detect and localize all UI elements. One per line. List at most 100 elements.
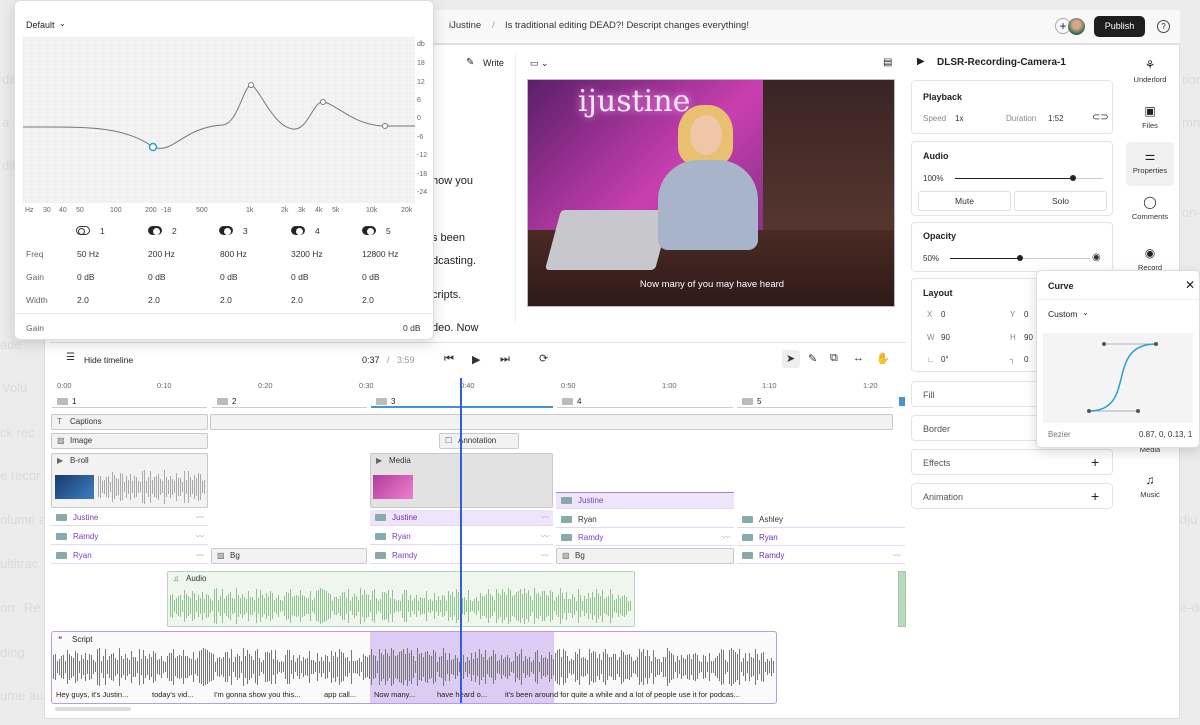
loop-icon[interactable]: ⟳: [539, 352, 548, 365]
transcript-word[interactable]: Now many...: [374, 690, 415, 699]
hide-timeline-icon[interactable]: ☰: [66, 352, 75, 363]
scene-header[interactable]: 4: [557, 395, 733, 408]
script-line[interactable]: how you: [432, 175, 473, 187]
animation-card[interactable]: Animation +: [911, 483, 1113, 509]
band-toggle[interactable]: [362, 226, 376, 235]
timeline-scrollbar[interactable]: [55, 707, 131, 711]
band-gain[interactable]: 0 dB: [148, 272, 166, 282]
captions-track-rest[interactable]: [210, 414, 893, 430]
audio-clip-edge[interactable]: [898, 571, 906, 627]
play-icon[interactable]: ▶: [472, 353, 480, 366]
script-line[interactable]: cripts.: [432, 289, 461, 301]
publish-button[interactable]: Publish: [1094, 16, 1145, 37]
bg-clip[interactable]: ▨ Bg: [211, 548, 367, 564]
add-effect-icon[interactable]: +: [1091, 454, 1099, 470]
chevron-down-icon[interactable]: ⌄: [740, 21, 747, 30]
band-freq[interactable]: 3200 Hz: [291, 249, 323, 259]
eq-preset-select[interactable]: Default: [26, 20, 55, 30]
breadcrumb-project[interactable]: iJustine: [449, 20, 481, 31]
layout-icon[interactable]: ▤: [883, 57, 892, 68]
eq-band-handle[interactable]: [148, 142, 158, 152]
trim-tool-icon[interactable]: ⧉: [830, 352, 838, 365]
script-line[interactable]: s been: [432, 232, 465, 244]
captions-track[interactable]: T Captions: [51, 414, 208, 430]
script-line[interactable]: deo. Now: [432, 322, 478, 334]
speaker-clip[interactable]: Ramdy 〰: [556, 530, 734, 546]
playhead[interactable]: [460, 378, 462, 703]
curve-preset-select[interactable]: Custom: [1048, 309, 1077, 319]
transcript-word[interactable]: today's vid...: [152, 690, 193, 699]
sidebar-item-comments[interactable]: ◯ Comments: [1126, 195, 1174, 221]
opacity-slider-knob[interactable]: [1017, 255, 1023, 261]
corner-radius-value[interactable]: 0: [1024, 355, 1028, 364]
speaker-clip[interactable]: Ryan 〰: [51, 548, 208, 564]
effects-card[interactable]: Effects +: [911, 449, 1113, 475]
speaker-clip[interactable]: Ramdy 〰: [51, 529, 208, 545]
sidebar-item-music[interactable]: ♫ Music: [1126, 473, 1174, 499]
speaker-clip[interactable]: Ryan: [737, 530, 905, 546]
transcript-word[interactable]: app call...: [324, 690, 356, 699]
band-width[interactable]: 2.0: [220, 295, 232, 305]
breadcrumb-title[interactable]: Is traditional editing DEAD?! Descript c…: [505, 20, 749, 31]
x-value[interactable]: 0: [941, 310, 945, 319]
scene-header[interactable]: 3: [371, 395, 553, 408]
help-icon[interactable]: ?: [1157, 20, 1170, 33]
speaker-clip[interactable]: Justine: [556, 493, 734, 509]
h-value[interactable]: 90: [1024, 333, 1033, 342]
eq-band-handle[interactable]: [382, 123, 388, 129]
avatar[interactable]: [1068, 18, 1085, 35]
mute-button[interactable]: Mute: [918, 191, 1011, 211]
add-animation-icon[interactable]: +: [1091, 488, 1099, 504]
band-freq[interactable]: 200 Hz: [148, 249, 175, 259]
speaker-clip[interactable]: Ryan: [556, 512, 734, 528]
sidebar-item-record[interactable]: ◉ Record: [1126, 246, 1174, 272]
transcript-word[interactable]: have heard o...: [437, 690, 487, 699]
sidebar-item-underlord[interactable]: ⚘ Underlord: [1126, 58, 1174, 84]
aspect-ratio-icon[interactable]: ▭ ⌄: [530, 58, 549, 69]
transcript-word[interactable]: Hey guys, it's Justin...: [56, 690, 128, 699]
speaker-clip[interactable]: Justine 〰: [51, 510, 208, 526]
close-icon[interactable]: ✕: [1185, 278, 1195, 292]
scene-header[interactable]: 5: [737, 395, 893, 408]
opacity-value[interactable]: 50%: [923, 254, 939, 263]
blade-tool-icon[interactable]: ✎: [808, 352, 817, 365]
band-freq[interactable]: 12800 Hz: [362, 249, 398, 259]
y-value[interactable]: 0: [1024, 310, 1028, 319]
eq-band-handle[interactable]: [248, 82, 254, 88]
band-freq[interactable]: 800 Hz: [220, 249, 247, 259]
hand-tool-icon[interactable]: ✋: [876, 352, 890, 365]
band-gain[interactable]: 0 dB: [220, 272, 238, 282]
write-button[interactable]: Write: [483, 58, 504, 68]
rotation-value[interactable]: 0°: [941, 355, 949, 364]
scene-header[interactable]: 2: [212, 395, 367, 408]
chevron-down-icon[interactable]: ⌄: [59, 19, 66, 28]
video-canvas[interactable]: ijustine Now many of you may have heard: [527, 79, 895, 307]
band-width[interactable]: 2.0: [362, 295, 374, 305]
eye-icon[interactable]: ◉: [1092, 252, 1101, 263]
bezier-handle[interactable]: [1136, 409, 1140, 413]
w-value[interactable]: 90: [941, 333, 950, 342]
speed-value[interactable]: 1x: [955, 114, 963, 123]
eq-graph[interactable]: [23, 37, 415, 203]
sidebar-item-properties[interactable]: ⚌ Properties: [1126, 142, 1174, 186]
band-gain[interactable]: 0 dB: [77, 272, 95, 282]
duration-value[interactable]: 1:52: [1048, 114, 1064, 123]
band-toggle[interactable]: [76, 226, 90, 235]
skip-forward-icon[interactable]: ⏭: [500, 353, 510, 366]
scene-header[interactable]: 1: [52, 395, 207, 408]
annotation-clip[interactable]: ☐ Annotation: [439, 433, 519, 449]
transcript-word[interactable]: I'm gonna show you this...: [214, 690, 300, 699]
volume-value[interactable]: 100%: [923, 174, 943, 183]
chevron-down-icon[interactable]: ⌄: [1082, 308, 1089, 317]
select-tool-icon[interactable]: ➤: [786, 352, 795, 365]
volume-slider-knob[interactable]: [1070, 175, 1077, 181]
script-line[interactable]: dcasting.: [432, 255, 476, 267]
speaker-clip[interactable]: Ashley: [737, 512, 905, 528]
band-toggle[interactable]: [219, 226, 233, 235]
band-width[interactable]: 2.0: [77, 295, 89, 305]
band-toggle[interactable]: [291, 226, 305, 235]
band-toggle[interactable]: [148, 226, 162, 235]
bezier-curve-editor[interactable]: [1043, 333, 1193, 423]
transcript-word[interactable]: it's been around for quite a while and a…: [505, 690, 740, 699]
bezier-handle[interactable]: [1102, 342, 1106, 346]
